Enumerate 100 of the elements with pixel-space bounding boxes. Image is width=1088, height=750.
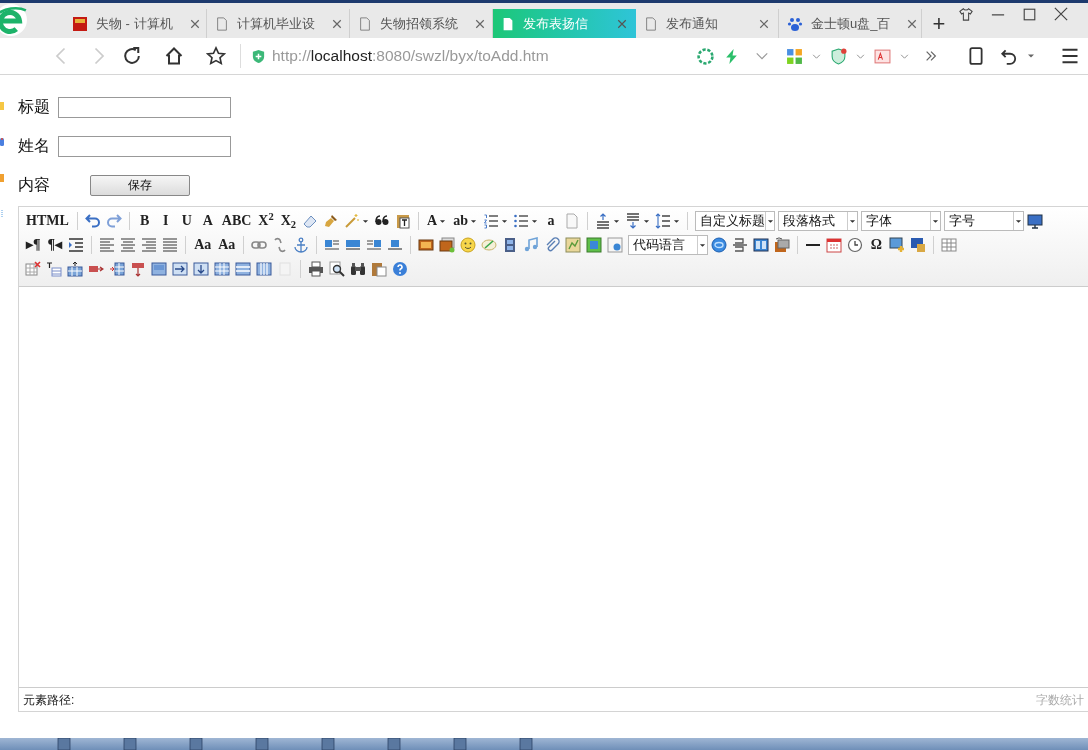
caret-icon[interactable] [673, 217, 680, 225]
lightning-icon[interactable] [723, 47, 740, 65]
toolbar-button[interactable]: A [197, 211, 218, 231]
toolbar-button[interactable]: I [155, 211, 176, 231]
star-icon[interactable] [206, 46, 226, 66]
insert-row-icon [67, 261, 83, 277]
toolbar-button[interactable] [1025, 211, 1045, 231]
merge-cells-icon [151, 261, 167, 277]
apps-icon[interactable] [786, 47, 803, 65]
close-icon[interactable] [906, 17, 919, 30]
undo-icon[interactable] [1000, 47, 1018, 65]
close-icon[interactable] [331, 17, 343, 30]
toolbar-button[interactable] [306, 259, 326, 279]
chevron-down-icon[interactable] [812, 51, 821, 61]
toolbar-button[interactable]: A [424, 211, 450, 231]
background-icon [774, 237, 791, 253]
browser-logo-icon[interactable] [0, 3, 28, 37]
redo-icon [105, 213, 122, 229]
split-cells-icon [214, 261, 230, 277]
toolbar-button[interactable]: ab [450, 211, 480, 231]
double-chevron-icon[interactable] [924, 49, 938, 63]
save-button[interactable]: 保存 [90, 174, 190, 196]
toolbar-button[interactable]: a [541, 211, 561, 231]
text-field[interactable] [58, 96, 231, 118]
caret-icon[interactable] [1027, 52, 1035, 60]
toolbar-button[interactable]: X$^{2}$ [255, 211, 277, 231]
merge-right-icon [172, 261, 188, 277]
caret-icon[interactable] [362, 217, 370, 225]
bullet-list-icon [513, 213, 529, 229]
image-icon [418, 237, 435, 253]
caret-icon[interactable] [643, 217, 650, 225]
font-box-icon[interactable] [874, 47, 891, 65]
smiley-icon [460, 237, 477, 253]
aperture-icon[interactable] [697, 47, 714, 65]
chevron-down-icon[interactable] [900, 51, 909, 61]
new-tab-button[interactable]: + [922, 9, 956, 38]
help-icon [392, 261, 408, 277]
close-icon[interactable] [474, 17, 486, 30]
paste-text-icon [395, 213, 412, 229]
shirt-icon[interactable] [959, 7, 973, 21]
table-caption-icon [46, 261, 62, 277]
binoculars-icon [350, 261, 366, 277]
toolbar-button[interactable]: ABC [218, 211, 255, 231]
line-spacing-top-icon [595, 213, 611, 229]
caret-icon [932, 217, 939, 225]
caret-icon[interactable] [501, 217, 508, 225]
toolbar-button[interactable]: Ω [866, 235, 887, 255]
tab-title: 发布通知 [666, 14, 718, 33]
indent-icon [68, 237, 85, 253]
close-icon[interactable] [758, 17, 770, 30]
close-icon[interactable] [188, 17, 201, 30]
toolbar-button[interactable]: HTML [23, 211, 72, 231]
toolbar-button[interactable]: X$_{2}$ [277, 211, 300, 231]
home-icon[interactable] [164, 46, 184, 66]
caret-icon[interactable] [439, 217, 447, 225]
chevron-down-icon[interactable] [856, 51, 865, 61]
tablet-icon[interactable] [967, 47, 985, 65]
font-dropdown[interactable]: 字体 [861, 211, 941, 231]
caret-icon[interactable] [531, 217, 538, 225]
toolbar-button[interactable]: U [176, 211, 197, 231]
caret-icon[interactable] [613, 217, 620, 225]
align-center-icon [120, 237, 137, 253]
music-note-icon [523, 237, 540, 253]
element-path-label: 元素路径: [23, 691, 75, 709]
menu-icon[interactable] [1060, 46, 1080, 66]
text-field[interactable] [58, 135, 231, 157]
font-dropdown[interactable]: 自定义标题 [695, 211, 775, 231]
tab-title: 金士顿u盘_百 [811, 14, 891, 33]
caret-icon [699, 241, 707, 249]
numbered-list-icon [483, 213, 499, 229]
brush-icon [323, 213, 340, 229]
images-icon [439, 237, 456, 253]
url-field[interactable]: http://localhost:8080/swzl/byx/toAdd.htm [272, 44, 549, 68]
maximize-icon[interactable] [1023, 7, 1036, 21]
page-break-icon [732, 237, 749, 253]
field-label: 姓名 [18, 136, 50, 156]
toolbar-button[interactable]: B [134, 211, 155, 231]
toolbar-button[interactable]: Aa [191, 235, 215, 255]
shield-money-icon[interactable] [830, 47, 847, 65]
magic-wand-icon [344, 213, 361, 229]
toolbar-button[interactable]: ▸¶ [23, 235, 44, 255]
split-columns-icon [256, 261, 272, 277]
toolbar-button[interactable] [751, 235, 772, 255]
font-dropdown[interactable]: 段落格式 [778, 211, 858, 231]
page-icon [501, 15, 515, 32]
caret-icon[interactable] [470, 217, 477, 225]
reload-icon[interactable] [122, 46, 142, 66]
close-icon[interactable] [616, 17, 628, 30]
eraser-icon [302, 213, 319, 229]
close-icon[interactable] [1054, 7, 1068, 21]
word-image-icon [910, 237, 927, 253]
toolbar-button[interactable]: Aa [215, 235, 239, 255]
toolbar-button[interactable] [327, 259, 347, 279]
font-dropdown[interactable]: 代码语言 [628, 235, 709, 255]
page-icon [644, 15, 658, 32]
undo-icon [84, 213, 101, 229]
align-right-icon [141, 237, 158, 253]
caret-icon [849, 217, 856, 225]
font-dropdown[interactable]: 字号 [944, 211, 1024, 231]
toolbar-button[interactable]: ¶◂ [44, 235, 66, 255]
